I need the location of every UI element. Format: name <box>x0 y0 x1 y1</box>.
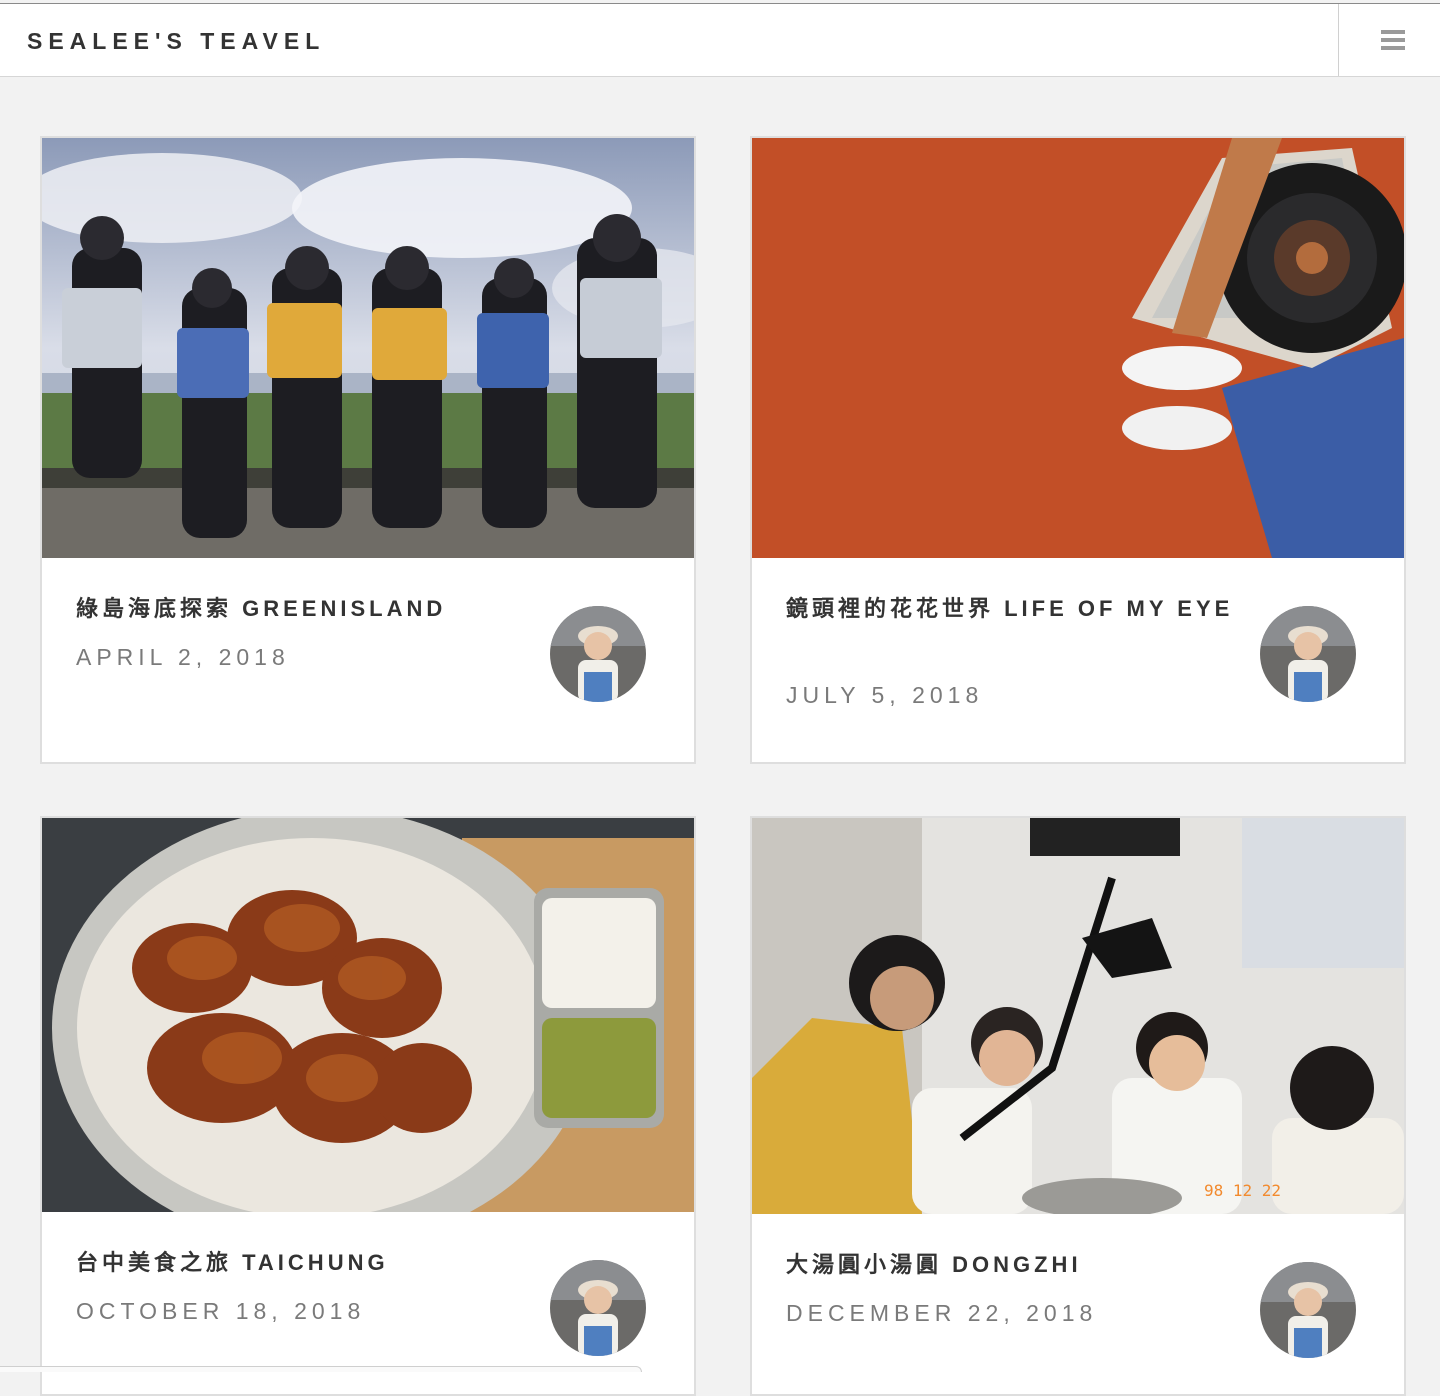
menu-button[interactable] <box>1339 4 1440 76</box>
photo-date-stamp: 98 12 22 <box>1204 1181 1281 1200</box>
overlay-edge <box>0 1366 642 1372</box>
post-date: OCTOBER 18, 2018 <box>76 1298 366 1324</box>
top-navigation-bar: SEALEE'S TEAVEL <box>0 3 1440 77</box>
author-avatar[interactable] <box>550 606 646 702</box>
author-avatar[interactable] <box>1260 606 1356 702</box>
post-date: JULY 5, 2018 <box>786 682 984 708</box>
author-avatar[interactable] <box>550 1260 646 1356</box>
post-card[interactable]: 98 12 22 大湯圓小湯圓 DONGZHI DECEMBER 22, 201… <box>750 816 1406 1396</box>
post-title[interactable]: 大湯圓小湯圓 DONGZHI <box>786 1246 1256 1284</box>
post-photo[interactable] <box>42 138 694 558</box>
post-card[interactable]: 綠島海底探索 GREENISLAND APRIL 2, 2018 <box>40 136 696 764</box>
post-title[interactable]: 台中美食之旅 TAICHUNG <box>76 1244 546 1282</box>
post-photo[interactable] <box>42 818 694 1212</box>
post-date: APRIL 2, 2018 <box>76 644 290 670</box>
post-title[interactable]: 綠島海底探索 GREENISLAND <box>76 590 546 628</box>
post-photo[interactable] <box>752 138 1404 558</box>
post-card[interactable]: 台中美食之旅 TAICHUNG OCTOBER 18, 2018 <box>40 816 696 1396</box>
hamburger-menu-icon <box>1381 30 1405 50</box>
post-title[interactable]: 鏡頭裡的花花世界 LIFE OF MY EYE <box>786 590 1256 628</box>
post-date: DECEMBER 22, 2018 <box>786 1300 1098 1326</box>
post-card[interactable]: 鏡頭裡的花花世界 LIFE OF MY EYE JULY 5, 2018 <box>750 136 1406 764</box>
site-title[interactable]: SEALEE'S TEAVEL <box>27 28 325 55</box>
post-photo[interactable]: 98 12 22 <box>752 818 1404 1214</box>
author-avatar[interactable] <box>1260 1262 1356 1358</box>
